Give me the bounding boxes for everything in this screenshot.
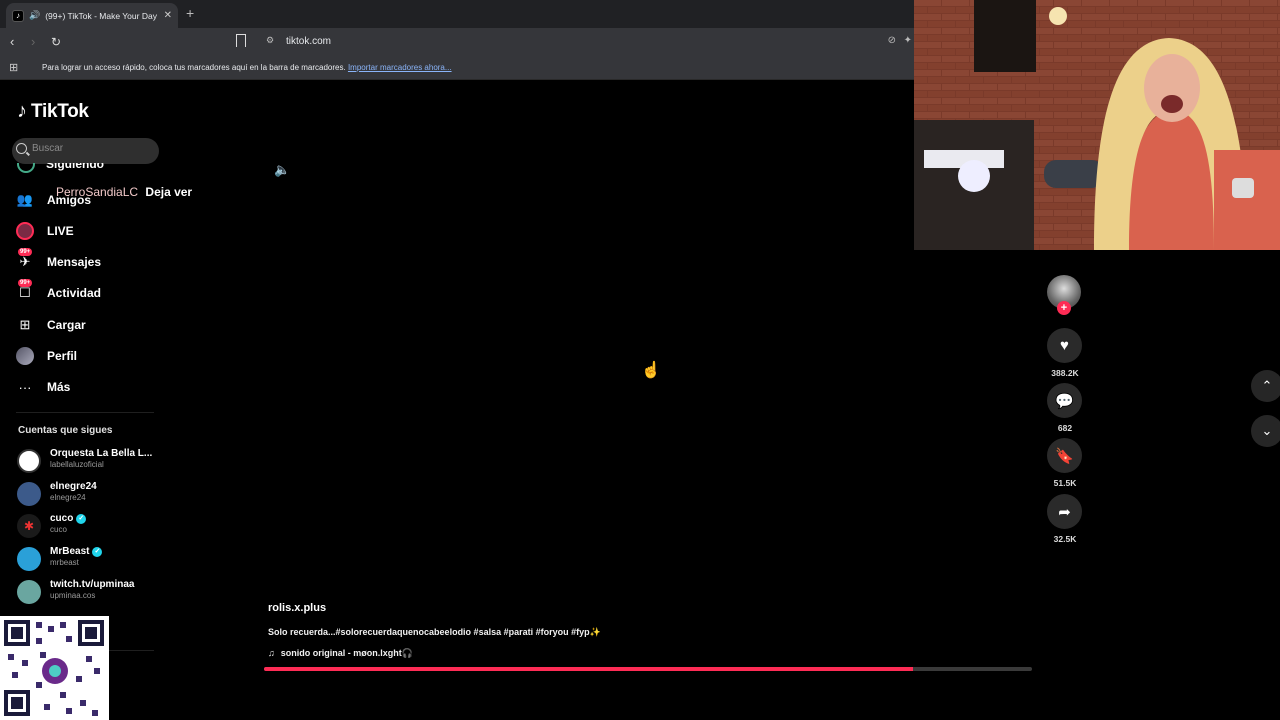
upload-icon: ⊞ (19, 317, 31, 332)
following-account[interactable]: elnegre24 elnegre24 (17, 481, 167, 507)
chat-text: Deja ver (145, 185, 193, 199)
music-note-icon: ♫ (268, 648, 275, 658)
apps-grid-icon[interactable]: ⊞ (9, 61, 18, 74)
logo-text: TikTok (31, 100, 89, 122)
activity-badge: 99+ (18, 279, 33, 287)
sidebar-item-live[interactable]: LIVE (15, 218, 155, 244)
reload-icon[interactable]: ↻ (51, 35, 61, 49)
profile-icon (15, 346, 35, 366)
sidebar-item-more[interactable]: ··· Más (15, 374, 155, 400)
qr-code-image (0, 616, 109, 720)
following-section-title: Cuentas que sigues (18, 425, 113, 436)
bookmark-page-icon[interactable] (236, 34, 246, 47)
sidebar-item-upload[interactable]: ⊞ Cargar (15, 312, 155, 338)
import-bookmarks-link[interactable]: Importar marcadores ahora... (348, 63, 452, 72)
bookmarks-bar: ⊞ Para lograr un acceso rápido, coloca t… (0, 56, 914, 80)
avatar (17, 449, 41, 473)
like-button[interactable]: ♥ (1047, 328, 1082, 363)
share-button[interactable]: ➦ (1047, 494, 1082, 529)
search-icon (16, 143, 27, 154)
tiktok-note-icon: ♪ (17, 100, 27, 122)
comment-icon: 💬 (1055, 392, 1074, 410)
following-account[interactable]: MrBeast ✓ mrbeast (17, 546, 167, 572)
chat-username: PerroSandiaLC (56, 185, 139, 199)
browser-tab[interactable]: ♪ 🔊 (99+) TikTok - Make Your Day ✕ (6, 3, 178, 28)
verified-icon: ✓ (92, 546, 103, 557)
following-icon (17, 163, 35, 173)
bookmark-icon: 🔖 (1055, 447, 1074, 465)
save-button[interactable]: 🔖 (1047, 438, 1082, 473)
share-icon: ➦ (1058, 503, 1071, 521)
tiktok-logo[interactable]: ♪ TikTok (17, 100, 89, 123)
video-author[interactable]: rolis.x.plus (268, 602, 326, 614)
forward-icon[interactable]: › (31, 34, 35, 49)
search-input[interactable] (32, 143, 152, 154)
hand-cursor-icon: ☝ (641, 362, 661, 379)
close-tab-icon[interactable]: ✕ (164, 10, 172, 21)
like-count: 388.2K (1051, 368, 1079, 378)
address-url[interactable]: tiktok.com (286, 36, 331, 47)
chevron-up-icon: ⌃ (1261, 378, 1273, 393)
bookmarks-message: Para lograr un acceso rápido, coloca tus… (42, 63, 452, 72)
browser-tab-bar: ♪ 🔊 (99+) TikTok - Make Your Day ✕ + (0, 0, 914, 28)
previous-video-button[interactable]: ⌃ (1251, 370, 1280, 402)
sidebar-item-messages[interactable]: ✈ 99+ Mensajes (15, 248, 155, 275)
comment-button[interactable]: 💬 (1047, 383, 1082, 418)
messages-badge: 99+ (18, 248, 33, 256)
sidebar-item-activity[interactable]: ☐ 99+ Actividad (15, 279, 155, 306)
video-progress-fill (264, 667, 913, 671)
avatar (17, 547, 41, 571)
audio-playing-icon[interactable]: 🔊 (29, 10, 40, 21)
messages-icon: ✈ 99+ (18, 248, 33, 269)
video-caption: Solo recuerda...#solorecuerdaquenocabeel… (268, 627, 601, 637)
sidebar-divider (16, 412, 154, 413)
follow-button[interactable]: + (1057, 301, 1071, 315)
new-tab-button[interactable]: + (186, 5, 194, 21)
video-progress-bar[interactable] (264, 667, 1032, 671)
back-icon[interactable]: ‹ (10, 34, 14, 49)
avatar (17, 580, 41, 604)
streamer-webcam-image (914, 0, 1280, 250)
search-box[interactable] (12, 138, 159, 164)
sidebar-item-following[interactable]: Siguiendo (15, 163, 165, 177)
volume-icon[interactable]: 🔈 (274, 162, 290, 178)
sidebar-item-profile[interactable]: Perfil (15, 343, 155, 369)
browser-nav-bar: ‹ › ↻ ⚙ tiktok.com ⊘ ✦ (0, 28, 914, 56)
verified-icon: ✓ (76, 513, 87, 524)
next-video-button[interactable]: ⌄ (1251, 415, 1280, 447)
comment-count: 682 (1057, 423, 1073, 433)
friends-icon: 👥 (16, 192, 34, 207)
video-sound[interactable]: ♫ sonido original - møon.lxght🎧 (268, 648, 413, 659)
tab-title: (99+) TikTok - Make Your Day (45, 10, 157, 21)
following-account[interactable]: ✱ cuco ✓ cuco (17, 513, 167, 539)
tiktok-favicon-icon: ♪ (12, 9, 24, 22)
share-count: 32.5K (1053, 534, 1077, 544)
avatar: ✱ (17, 514, 41, 538)
avatar (17, 482, 41, 506)
extension-icon[interactable]: ✦ (904, 35, 912, 46)
tracking-protection-icon[interactable]: ⊘ (888, 35, 896, 46)
account-name: cuco ✓ (50, 513, 87, 524)
heart-icon: ♥ (1060, 337, 1069, 354)
address-bar[interactable]: ⚙ tiktok.com ⊘ ✦ (258, 31, 914, 53)
stream-chat-message: PerroSandiaLC Deja ver (56, 185, 192, 199)
following-account[interactable]: Orquesta La Bella L... labellaluzoficial (17, 448, 167, 474)
save-count: 51.5K (1053, 478, 1077, 488)
site-info-icon[interactable]: ⚙ (266, 35, 274, 46)
more-icon: ··· (18, 379, 32, 395)
sound-title: sonido original - møon.lxght🎧 (280, 648, 413, 658)
chevron-down-icon: ⌄ (1261, 423, 1273, 438)
following-account[interactable]: twitch.tv/upminaa upminaa.cos (17, 579, 167, 605)
account-name: MrBeast ✓ (50, 546, 103, 557)
activity-icon: ☐ 99+ (18, 279, 33, 300)
live-icon (15, 221, 35, 241)
